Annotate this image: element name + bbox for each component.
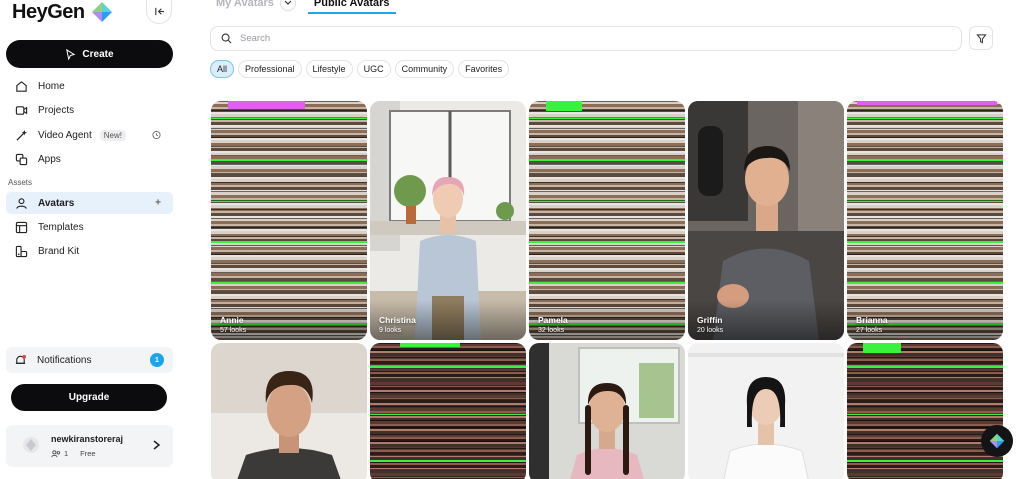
apps-icon bbox=[15, 153, 28, 165]
avatar-card-christina[interactable]: Christina 9 looks bbox=[370, 101, 526, 340]
avatar-card[interactable] bbox=[529, 343, 685, 479]
user-icon bbox=[16, 197, 27, 209]
avatar-card[interactable] bbox=[370, 343, 526, 479]
avatar-looks: 57 looks bbox=[220, 327, 247, 334]
assistant-icon bbox=[989, 433, 1005, 449]
sidebar-item-apps[interactable]: Apps bbox=[6, 148, 173, 170]
sidebar-item-label: Templates bbox=[38, 221, 84, 233]
avatar-looks: 32 looks bbox=[538, 327, 565, 334]
video-agent-icon bbox=[16, 129, 28, 141]
filter-icon bbox=[975, 33, 987, 43]
projects-icon bbox=[15, 105, 28, 115]
avatar-tabs: My Avatars Public Avatars bbox=[216, 0, 396, 14]
sidebar-item-home[interactable]: Home bbox=[6, 75, 173, 97]
bell-icon bbox=[15, 354, 27, 364]
create-label: Create bbox=[82, 48, 114, 60]
notifications-count-badge: 1 bbox=[150, 353, 164, 367]
avatar-name: Christina bbox=[379, 315, 416, 325]
assistant-fab-button[interactable] bbox=[981, 425, 1013, 457]
sidebar-item-label: Brand Kit bbox=[38, 245, 80, 257]
notifications-button[interactable]: Notifications 1 bbox=[6, 347, 173, 373]
sidebar-item-projects[interactable]: Projects bbox=[6, 99, 173, 121]
avatar-card-griffin[interactable]: Griffin 20 looks bbox=[688, 101, 844, 340]
workspace-avatar-icon bbox=[23, 437, 39, 453]
avatar-photo bbox=[211, 343, 367, 479]
avatar-card[interactable] bbox=[211, 343, 367, 479]
glitch-strip bbox=[863, 343, 901, 353]
sidebar-item-label: Video Agent bbox=[38, 129, 92, 141]
tab-public-avatars[interactable]: Public Avatars bbox=[307, 0, 396, 14]
members-count: 1 bbox=[64, 449, 69, 458]
sidebar-item-templates[interactable]: Templates bbox=[6, 216, 173, 238]
account-meta: 1 Free bbox=[51, 449, 96, 458]
sidebar-item-brand-kit[interactable]: Brand Kit bbox=[6, 240, 173, 262]
filter-chip-all[interactable]: All bbox=[210, 60, 235, 78]
avatar-looks: 20 looks bbox=[697, 327, 724, 334]
avatar-name: Annie bbox=[220, 315, 244, 325]
collapse-sidebar-button[interactable] bbox=[146, 0, 172, 24]
create-icon bbox=[66, 48, 76, 60]
search-input[interactable] bbox=[240, 33, 840, 44]
avatar-card-pamela[interactable]: Pamela 32 looks bbox=[529, 101, 685, 340]
assets-section-label: Assets bbox=[8, 178, 33, 187]
tab-my-avatars[interactable]: My Avatars bbox=[216, 0, 296, 11]
avatar-name: Pamela bbox=[538, 315, 568, 325]
category-filters: All Professional Lifestyle UGC Community… bbox=[210, 60, 510, 78]
search-icon bbox=[221, 33, 232, 44]
filter-chip-ugc[interactable]: UGC bbox=[356, 60, 391, 78]
filter-chip-community[interactable]: Community bbox=[394, 60, 455, 78]
filter-chip-professional[interactable]: Professional bbox=[238, 60, 302, 78]
glitch-strip bbox=[228, 101, 305, 109]
glitch-strip bbox=[546, 101, 582, 111]
tab-label: My Avatars bbox=[216, 0, 274, 9]
glitch-strip bbox=[400, 343, 460, 347]
avatar-name: Griffin bbox=[697, 315, 723, 325]
logo-mark-icon bbox=[91, 2, 112, 22]
avatar-name: Brianna bbox=[856, 315, 888, 325]
new-badge: New! bbox=[99, 129, 126, 141]
avatar-photo bbox=[688, 343, 844, 479]
search-bar[interactable] bbox=[210, 26, 962, 51]
filter-button[interactable] bbox=[969, 26, 993, 50]
avatar-card[interactable] bbox=[688, 343, 844, 479]
chevron-down-icon[interactable] bbox=[279, 0, 296, 11]
filter-chip-favorites[interactable]: Favorites bbox=[458, 60, 510, 78]
avatar-looks: 27 looks bbox=[856, 327, 883, 334]
avatar-photo bbox=[529, 343, 685, 479]
filter-chip-lifestyle[interactable]: Lifestyle bbox=[305, 60, 353, 78]
account-name: newkiranstoreraj bbox=[51, 434, 124, 444]
avatar-card[interactable] bbox=[847, 343, 1003, 479]
create-button[interactable]: Create bbox=[6, 40, 173, 68]
notifications-label: Notifications bbox=[37, 354, 92, 366]
logo[interactable]: HeyGen bbox=[12, 0, 113, 24]
main-content: My Avatars Public Avatars All Profession… bbox=[180, 0, 1024, 479]
add-avatar-button[interactable]: + bbox=[155, 198, 161, 209]
avatar-card-annie[interactable]: Annie 57 looks bbox=[211, 101, 367, 340]
sidebar-item-video-agent[interactable]: Video Agent New! bbox=[6, 124, 173, 146]
brand-kit-icon bbox=[15, 245, 28, 257]
collapse-icon bbox=[154, 7, 164, 16]
upgrade-button[interactable]: Upgrade bbox=[11, 384, 167, 411]
members-icon bbox=[51, 449, 61, 457]
app-root: HeyGen Create Home Projects Video Agent … bbox=[0, 0, 1024, 479]
avatar-looks: 9 looks bbox=[379, 327, 402, 334]
tab-label: Public Avatars bbox=[313, 0, 390, 9]
home-icon bbox=[16, 80, 27, 92]
clock-icon[interactable] bbox=[152, 130, 161, 140]
sidebar: HeyGen Create Home Projects Video Agent … bbox=[0, 0, 180, 479]
sidebar-item-avatars[interactable]: Avatars + bbox=[6, 192, 173, 214]
plan-label: Free bbox=[80, 449, 96, 458]
templates-icon bbox=[15, 221, 28, 233]
chevron-right-icon bbox=[153, 440, 161, 450]
sidebar-item-label: Apps bbox=[38, 153, 61, 165]
sidebar-item-label: Home bbox=[38, 80, 65, 92]
sidebar-item-label: Projects bbox=[38, 104, 75, 116]
logo-text: HeyGen bbox=[12, 0, 85, 23]
avatar-card-brianna[interactable]: Brianna 27 looks bbox=[847, 101, 1003, 340]
sidebar-item-label: Avatars bbox=[38, 197, 75, 209]
glitch-strip bbox=[857, 101, 997, 105]
account-switcher[interactable]: newkiranstoreraj 1 Free bbox=[6, 425, 173, 467]
